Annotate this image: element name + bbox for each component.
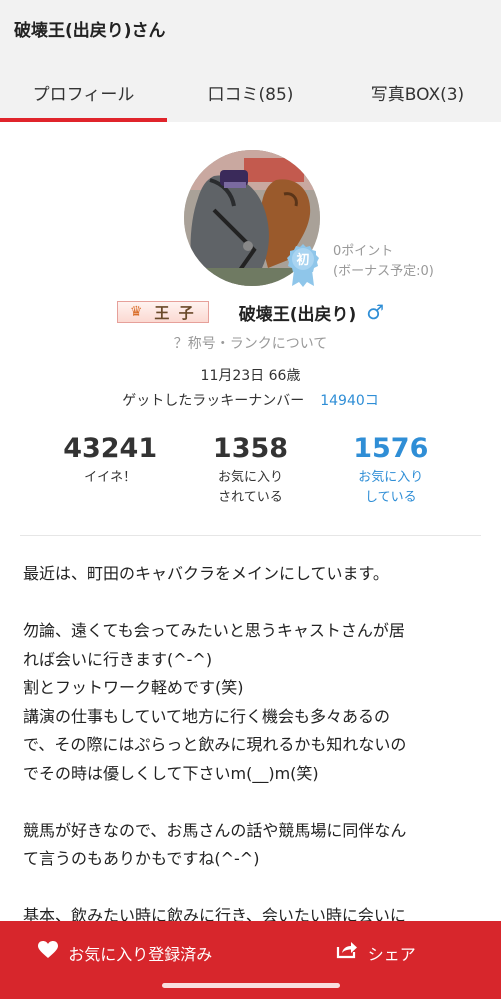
stat-label: お気に入り されている [217, 470, 283, 505]
intro-line: 最近は、町田のキャバクラをメインにしています。 [23, 564, 389, 583]
self-introduction: 最近は、町田のキャバクラをメインにしています。 勿論、遠くても会ってみたいと思うキ… [23, 560, 483, 931]
stat-favoriting[interactable]: 1576 お気に入り している [331, 432, 451, 508]
intro-line: 講演の仕事もしていて地方に行く機会も多々あるの [23, 706, 391, 726]
intro-line: で、その際にはぷらっと飲みに現れるかも知れないの [23, 735, 407, 754]
stat-value: 43241 [63, 433, 158, 464]
tab-profile[interactable]: プロフィール [0, 62, 167, 122]
page-title: 破壊王(出戻り)さん [14, 21, 166, 41]
intro-line: て言うのもありかもですね(^-^) [23, 849, 260, 868]
heart-icon [38, 941, 59, 963]
tab-photo-box[interactable]: 写真BOX(3) [334, 62, 501, 122]
profile-page: 破壊王(出戻り)さん プロフィール 口コミ(85) 写真BOX(3) 初 0ポイ… [0, 0, 501, 999]
stat-value: 1358 [212, 433, 289, 464]
header: 破壊王(出戻り)さん プロフィール 口コミ(85) 写真BOX(3) [0, 0, 501, 122]
intro-line: 勿論、遠くても会ってみたいと思うキャストさんが居 [23, 621, 405, 640]
home-indicator [162, 983, 340, 988]
male-icon: ♂ [366, 300, 385, 324]
user-name: 破壊王(出戻り) [238, 304, 357, 325]
tab-bar: プロフィール 口コミ(85) 写真BOX(3) [0, 62, 501, 122]
rank-help-link[interactable]: ？称号・ランクについて [0, 333, 501, 353]
intro-line: れば会いに行きます(^-^) [23, 649, 213, 669]
stats-row: 43241 イイネ！ 1358 お気に入り されている 1576 お気に入り してい… [0, 432, 501, 508]
svg-text:初: 初 [296, 252, 309, 268]
favorite-button-label: お気に入り登録済み [68, 945, 213, 964]
profile-section: 初 0ポイント (ボーナス予定:0) ♛ 王 子 破壊王(出戻り) ♂ ？称号・… [0, 122, 501, 532]
points-value: 0ポイント [333, 244, 394, 259]
intro-line: 競馬が好きなので、お馬さんの話や競馬場に同伴なん [23, 820, 407, 840]
crown-icon: ♛ [129, 304, 145, 320]
intro-blank-line [23, 874, 483, 903]
intro-blank-line [23, 589, 483, 618]
rank-badge-icon: 初 [286, 242, 320, 288]
stat-likes: 43241 イイネ！ [50, 432, 170, 508]
points-info: 0ポイント (ボーナス予定:0) [333, 242, 434, 282]
share-icon [336, 941, 358, 963]
lucky-number-row: ゲットしたラッキーナンバー 14940コ [0, 390, 501, 410]
lucky-number-label: ゲットしたラッキーナンバー [122, 393, 305, 409]
tab-reviews[interactable]: 口コミ(85) [167, 62, 334, 122]
share-button-label: シェア [367, 945, 416, 964]
stat-favorited-by: 1358 お気に入り されている [190, 432, 310, 508]
divider [20, 535, 481, 536]
birthday-age: 11月23日 66歳 [200, 368, 301, 384]
name-row: ♛ 王 子 破壊王(出戻り) ♂ [0, 297, 501, 327]
rank-title-badge: ♛ 王 子 [116, 301, 209, 323]
intro-blank-line [23, 788, 483, 817]
intro-line: 割とフットワーク軽めです(笑) [23, 678, 244, 697]
stat-value[interactable]: 1576 [331, 432, 451, 466]
lucky-number-value[interactable]: 14940コ [320, 393, 379, 409]
intro-line: でその時は優しくして下さいm(__)m(笑) [23, 763, 319, 783]
stat-label[interactable]: お気に入り している [331, 468, 451, 508]
rank-title-text: 王 子 [154, 303, 196, 322]
bonus-points: (ボーナス予定:0) [333, 264, 434, 279]
stat-label: イイネ！ [84, 470, 137, 485]
